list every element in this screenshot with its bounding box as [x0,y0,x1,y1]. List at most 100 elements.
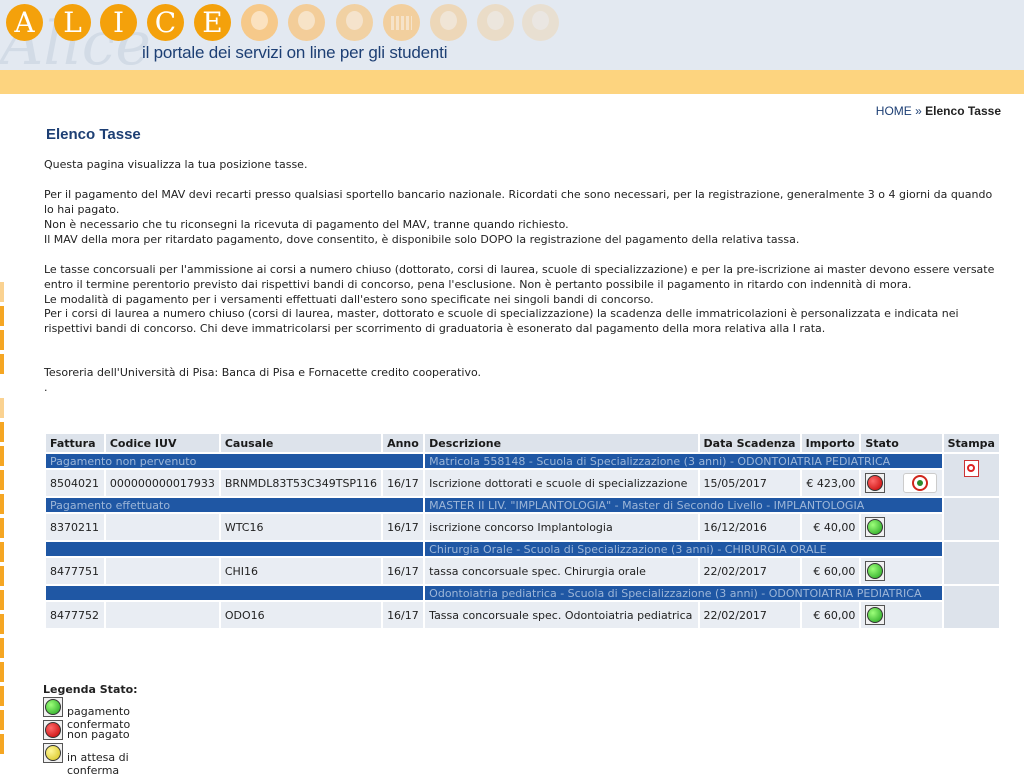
status-green-icon [865,561,886,581]
status-red-icon [865,473,886,493]
legend-item: pagamento confermato [43,697,138,731]
cell-anno: 16/17 [383,514,424,540]
cell-importo: € 60,00 [801,602,860,628]
cell-importo: € 423,00 [801,470,860,496]
cell-descrizione: iscrizione concorso Implantologia [425,514,698,540]
group-payment-status [46,542,424,556]
header-photo-icon [288,4,325,41]
group-course-label: Matricola 558148 - Scuola di Specializza… [425,454,942,468]
cell-iuv [105,602,219,628]
cell-fattura: 8477752 [46,602,104,628]
dot-paragraph: . [44,381,48,394]
col-importo: Importo [801,434,860,452]
status-yellow-icon [43,743,63,763]
cell-scadenza: 15/05/2017 [699,470,800,496]
side-decoration [0,330,4,350]
legend-title: Legenda Stato: [43,683,138,696]
status-legend: Legenda Stato: pagamento confermato non … [43,683,138,777]
logo-letter-a: A [6,4,43,41]
side-decoration [0,734,4,754]
portal-tagline: il portale dei servizi on line per gli s… [142,43,448,62]
side-decoration [0,422,4,442]
breadcrumb-separator: » [915,104,922,118]
stampa-cell [943,498,999,540]
side-decoration [0,710,4,730]
cell-fattura: 8504021 [46,470,104,496]
cell-scadenza: 16/12/2016 [699,514,800,540]
side-decoration [0,306,4,326]
header-accent-bar [0,70,1024,94]
page-title: Elenco Tasse [46,126,141,143]
tesoreria-paragraph: Tesoreria dell'Università di Pisa: Banca… [44,366,481,379]
header-photo-icon [241,4,278,41]
logo-letter-l: L [54,4,91,41]
legend-label: in attesa di conferma [67,751,129,777]
cell-importo: € 60,00 [801,558,860,584]
header-photo-icon [477,4,514,41]
stampa-cell [943,542,999,584]
cell-fattura: 8477751 [46,558,104,584]
group-course-label: MASTER II LIV. "IMPLANTOLOGIA" - Master … [425,498,942,512]
pdf-print-icon[interactable] [963,460,979,477]
header-photo-icon [522,4,559,41]
numero-chiuso-paragraph: Per i corsi di laurea a numero chiuso (c… [44,307,959,335]
col-fattura: Fattura [46,434,104,452]
cell-scadenza: 22/02/2017 [699,558,800,584]
col-anno: Anno [383,434,424,452]
group-course-label: Chirurgia Orale - Scuola di Specializzaz… [425,542,942,556]
legend-item: in attesa di conferma [43,743,138,777]
group-course-label: Odontoiatria pediatrica - Scuola di Spec… [425,586,942,600]
col-causale: Causale [220,434,382,452]
cell-stato [861,470,942,496]
cell-stato [861,602,942,628]
table-row: 8504021 000000000017933 BRNMDL83T53C349T… [46,470,999,496]
group-header-row: Pagamento effettuato MASTER II LIV. "IMP… [46,498,999,540]
side-decoration [0,614,4,634]
side-decoration [0,638,4,658]
stampa-cell [943,454,999,496]
table-row: 8477751 CHI16 16/17 tassa concorsuale sp… [46,558,999,584]
concorsuali-paragraph: Le tasse concorsuali per l'ammissione ai… [44,263,995,291]
table-header-row: Fattura Codice IUV Causale Anno Descrizi… [46,434,999,452]
status-green-icon [865,605,886,625]
group-payment-status [46,586,424,600]
cell-stato [861,558,942,584]
logo-letter-i: I [100,4,137,41]
side-decoration [0,590,4,610]
mav-paragraph: Per il pagamento del MAV devi recarti pr… [44,188,993,216]
cell-fattura: 8370211 [46,514,104,540]
group-header-row: Odontoiatria pediatrica - Scuola di Spec… [46,586,999,628]
header-photo-icon [336,4,373,41]
cell-iuv: 000000000017933 [105,470,219,496]
side-decoration [0,686,4,706]
cell-anno: 16/17 [383,558,424,584]
col-data-scadenza: Data Scadenza [699,434,800,452]
status-green-icon [43,697,63,717]
side-decoration [0,518,4,538]
side-decoration [0,446,4,466]
logo-letter-e: E [194,4,231,41]
group-payment-status: Pagamento effettuato [46,498,424,512]
status-green-icon [865,517,886,537]
breadcrumb: HOME » Elenco Tasse [876,104,1001,118]
cell-descrizione: tassa concorsuale spec. Chirurgia orale [425,558,698,584]
col-descrizione: Descrizione [425,434,698,452]
cell-causale: BRNMDL83T53C349TSP116 [220,470,382,496]
side-decoration [0,282,4,302]
cell-stato [861,514,942,540]
table-row: 8370211 WTC16 16/17 iscrizione concorso … [46,514,999,540]
legend-label: non pagato [67,728,130,741]
cell-scadenza: 22/02/2017 [699,602,800,628]
tasse-table: Fattura Codice IUV Causale Anno Descrizi… [44,432,1001,630]
breadcrumb-home-link[interactable]: HOME [876,104,912,118]
cell-anno: 16/17 [383,470,424,496]
side-decoration [0,470,4,490]
breadcrumb-current: Elenco Tasse [925,104,1001,118]
pagopa-pay-button[interactable] [902,473,937,493]
intro-paragraph: Questa pagina visualizza la tua posizion… [44,158,308,171]
stampa-cell [943,586,999,628]
cell-importo: € 40,00 [801,514,860,540]
cell-descrizione: Tassa concorsuale spec. Odontoiatria ped… [425,602,698,628]
logo-letter-c: C [147,4,184,41]
group-header-row: Pagamento non pervenuto Matricola 558148… [46,454,999,496]
